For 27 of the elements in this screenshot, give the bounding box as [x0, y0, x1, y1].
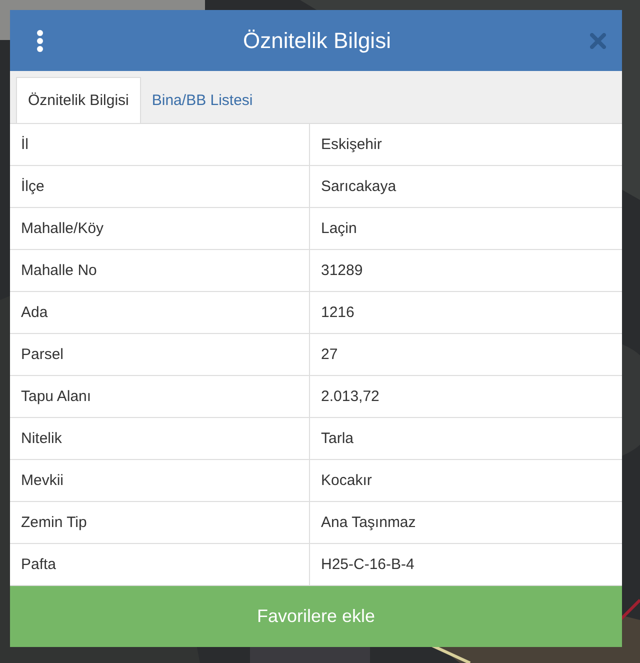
value-cell-text: Eskişehir	[320, 135, 383, 155]
value-cell-text: Tarla	[320, 429, 355, 449]
value-cell-text: 27	[320, 345, 339, 365]
value-cell-text: H25-C-16-B-4	[320, 555, 416, 575]
add-favorite-button[interactable]: Favorilere ekle	[10, 586, 622, 647]
label-cell: Ada	[10, 292, 310, 333]
label-cell: Pafta	[10, 544, 310, 585]
label-cell: Mevkii	[10, 460, 310, 501]
tab[interactable]: Öznitelik Bilgisi	[16, 77, 141, 123]
value-cell-text: 2.013,72	[320, 387, 380, 407]
label-cell: Parsel	[10, 334, 310, 375]
value-cell-text: Ana Taşınmaz	[320, 513, 417, 533]
value-cell-text: Sarıcakaya	[320, 177, 398, 197]
more-icon[interactable]	[36, 28, 44, 52]
value-cell-text: 31289	[320, 261, 364, 281]
label-cell: Tapu Alanı	[10, 376, 310, 417]
label-cell: Mahalle No	[10, 250, 310, 291]
label-cell: Mahalle/Köy	[10, 208, 310, 249]
value-cell-text: 1216	[320, 303, 356, 323]
label-cell: Zemin Tip	[10, 502, 310, 543]
label-cell: İl	[10, 124, 310, 165]
dialog-title: Öznitelik Bilgisi	[243, 28, 391, 54]
tab[interactable]: Bina/BB Listesi	[140, 77, 264, 123]
value-cell-text: Kocakır	[320, 471, 373, 491]
label-cell: Nitelik	[10, 418, 310, 459]
value-cell-text: Laçin	[320, 219, 358, 239]
label-cell: İlçe	[10, 166, 310, 207]
